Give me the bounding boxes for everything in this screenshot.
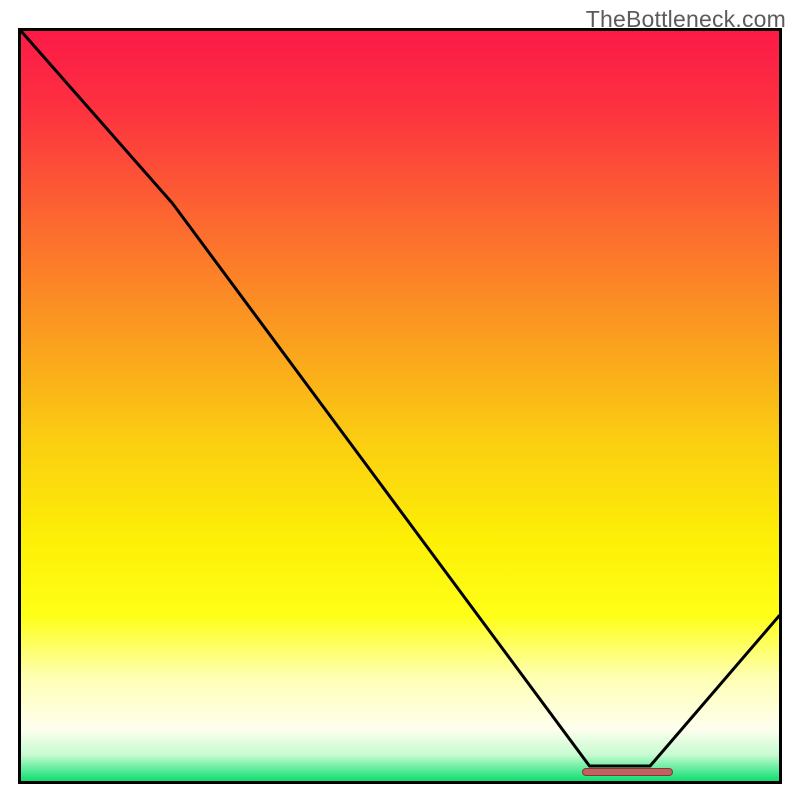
chart-container: TheBottleneck.com [0, 0, 800, 800]
plot-frame [18, 28, 782, 784]
curve-layer [21, 31, 779, 781]
optimal-range-marker [582, 768, 673, 776]
bottleneck-curve [21, 31, 779, 766]
